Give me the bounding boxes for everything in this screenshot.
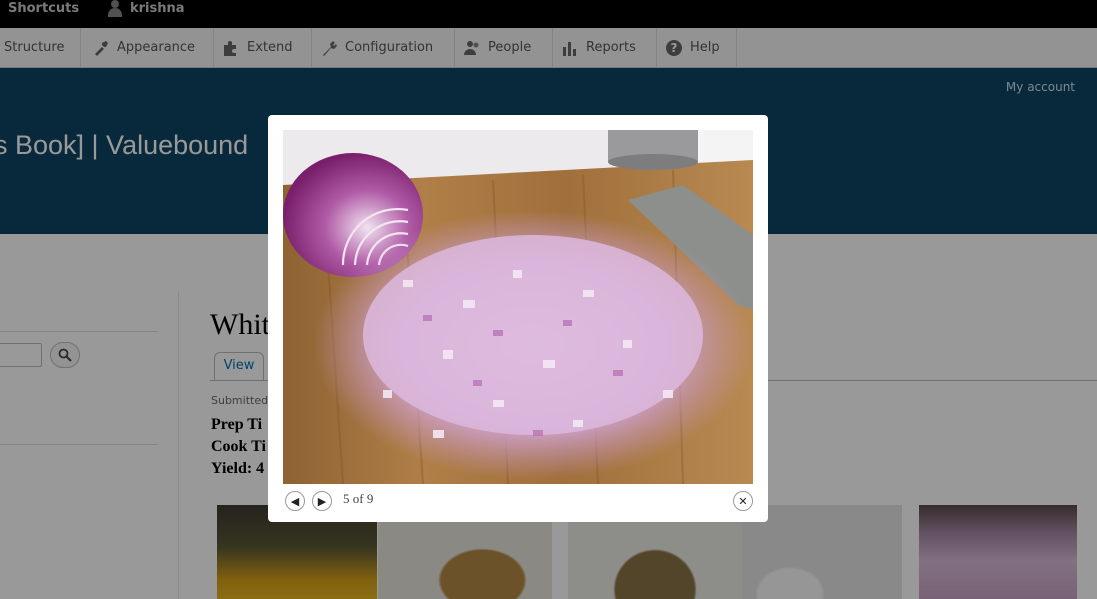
lightbox-image — [283, 130, 753, 484]
chopped-onion-image — [283, 130, 753, 484]
lightbox: ◀ ▶ 5 of 9 ✕ — [268, 115, 768, 522]
arrow-right-icon: ▶ — [317, 494, 327, 508]
image-counter: 5 of 9 — [343, 491, 374, 506]
previous-button[interactable]: ◀ — [285, 491, 305, 511]
arrow-left-icon: ◀ — [290, 494, 300, 508]
close-icon: ✕ — [738, 494, 748, 508]
next-button[interactable]: ▶ — [312, 491, 332, 511]
close-button[interactable]: ✕ — [733, 491, 753, 511]
lightbox-controls: ◀ ▶ 5 of 9 ✕ — [285, 489, 753, 513]
